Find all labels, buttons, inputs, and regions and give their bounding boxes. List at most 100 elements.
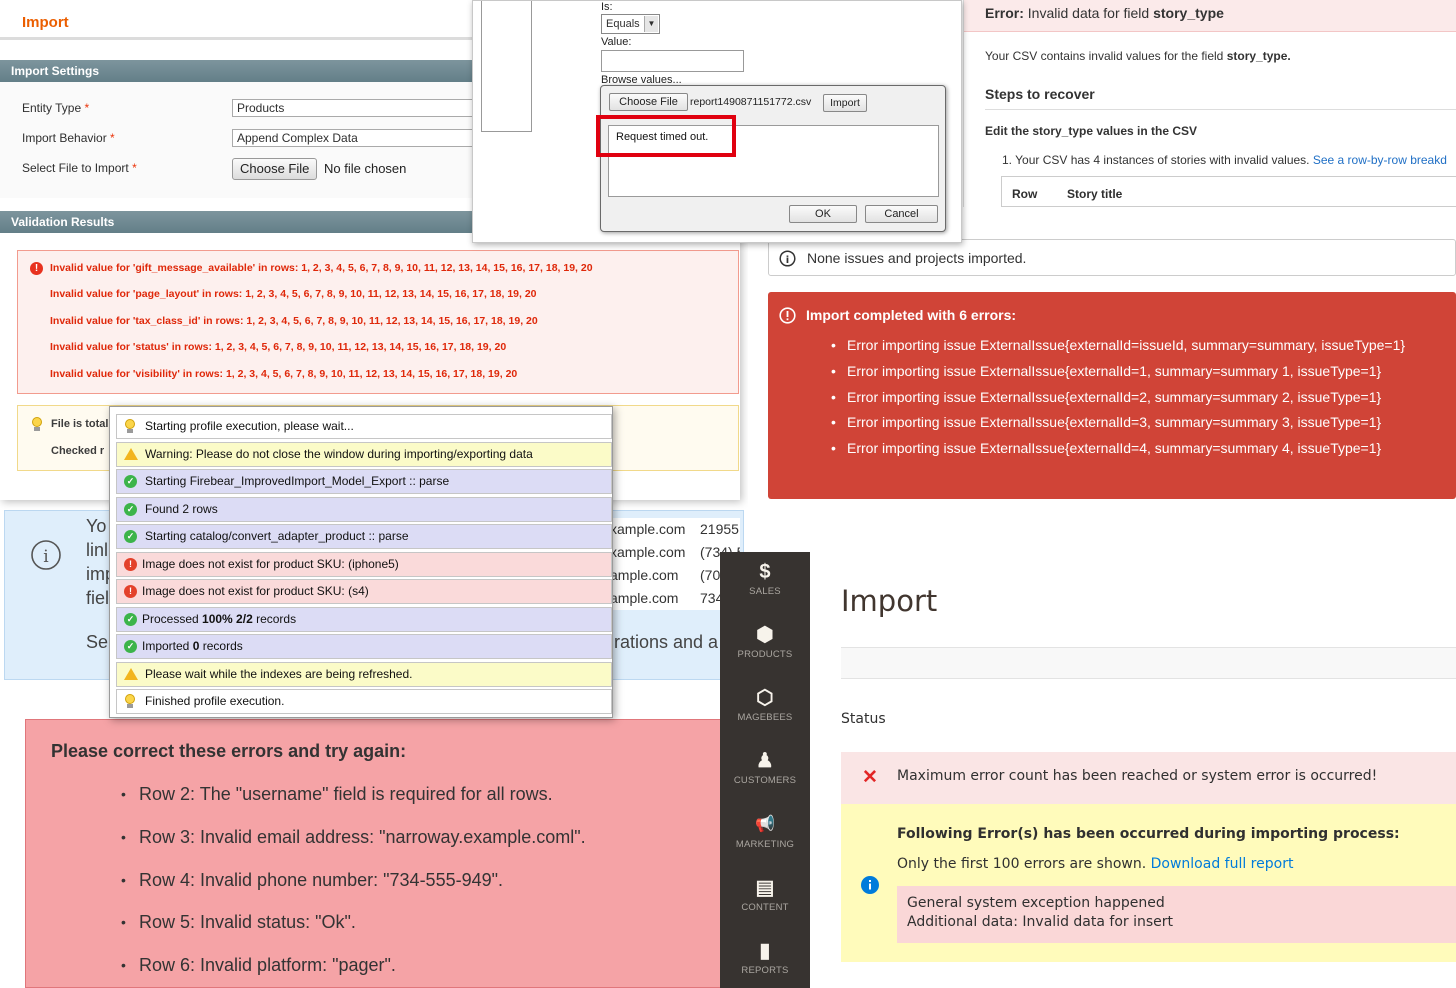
log-text: Found 2 rows bbox=[145, 502, 218, 516]
import-button[interactable]: Import bbox=[823, 94, 867, 112]
email-cell: ample.com bbox=[610, 567, 679, 583]
error-item: Row 3: Invalid email address: "narroway.… bbox=[121, 827, 586, 848]
check-circle-icon: ✓ bbox=[124, 530, 137, 543]
validation-error: Invalid value for 'tax_class_id' in rows… bbox=[50, 315, 538, 327]
info-message: i None issues and projects imported. bbox=[768, 239, 1456, 276]
correction-errors-panel: Please correct these errors and try agai… bbox=[0, 700, 745, 988]
required-mark: * bbox=[132, 161, 137, 175]
log-row: ! Image does not exist for product SKU: … bbox=[116, 579, 612, 604]
log-text: Please wait while the indexes are being … bbox=[145, 667, 413, 681]
required-mark: * bbox=[84, 101, 90, 115]
email-cell: xample.com bbox=[610, 521, 686, 537]
csv-text: Your CSV contains invalid values for the… bbox=[985, 49, 1224, 63]
validation-error: Invalid value for 'status' in rows: 1, 2… bbox=[50, 341, 507, 353]
timeout-dialog: Choose File report1490871151772.csv Impo… bbox=[600, 85, 946, 232]
row-breakdown-link[interactable]: See a row-by-row breakd bbox=[1313, 153, 1447, 167]
check-circle-icon: ✓ bbox=[124, 640, 137, 653]
condition-select[interactable]: Equals ▼ bbox=[601, 14, 660, 34]
error-circle-icon bbox=[779, 307, 796, 324]
entity-type-select[interactable]: Products bbox=[232, 99, 482, 117]
column-header-row: Row bbox=[1012, 187, 1038, 201]
validation-error: Invalid value for 'visibility' in rows: … bbox=[50, 368, 518, 380]
nav-label: REPORTS bbox=[741, 965, 789, 976]
log-text: Starting Firebear_ImprovedImport_Model_E… bbox=[145, 474, 450, 488]
issue-import-result-panel: i None issues and projects imported. Imp… bbox=[748, 208, 1456, 548]
nav-label: MAGEBEES bbox=[737, 712, 793, 723]
error-item: Row 4: Invalid phone number: "734-555-94… bbox=[121, 870, 503, 891]
error-header: Error: Invalid data for field story_type bbox=[964, 0, 1456, 32]
choose-file-button[interactable]: Choose File bbox=[232, 158, 318, 180]
notice-fragment: fiel bbox=[86, 588, 110, 608]
email-cell: ample.com bbox=[610, 590, 679, 606]
log-row: ✓ Processed 100% 2/2 records bbox=[116, 607, 612, 632]
log-row: ✓ Found 2 rows bbox=[116, 497, 612, 522]
required-mark: * bbox=[110, 131, 115, 145]
log-row: Starting profile execution, please wait.… bbox=[116, 414, 612, 439]
page-actions-bar bbox=[841, 647, 1456, 679]
notice-fragment: Se bbox=[86, 632, 109, 652]
page-title: Import bbox=[22, 14, 69, 31]
log-row: Finished profile execution. bbox=[116, 689, 612, 714]
admin-sidebar: $ SALES ⬢ PRODUCTS ⬡ MAGEBEES ♟ CUSTOMER… bbox=[720, 552, 810, 988]
nav-products[interactable]: ⬢ PRODUCTS bbox=[720, 624, 810, 660]
dollar-icon: $ bbox=[759, 561, 771, 583]
close-x-icon: ✕ bbox=[862, 767, 878, 788]
choose-file-button[interactable]: Choose File bbox=[609, 93, 688, 111]
error-field: story_type bbox=[1153, 5, 1224, 21]
error-item: Error importing issue ExternalIssue{exte… bbox=[831, 440, 1381, 456]
log-text: Image does not exist for product SKU: (i… bbox=[142, 557, 399, 571]
import-error-panel: Import completed with 6 errors: Error im… bbox=[768, 292, 1456, 499]
select-file-label: Select File to Import * bbox=[22, 161, 137, 175]
lightbulb-icon bbox=[124, 694, 136, 708]
warning-sub: Only the first 100 errors are shown. Dow… bbox=[897, 856, 1293, 872]
ok-button[interactable]: OK bbox=[789, 205, 857, 223]
label-text: Select File to Import bbox=[22, 161, 129, 175]
exception-line: General system exception happened bbox=[907, 895, 1165, 911]
log-text: Warning: Please do not close the window … bbox=[145, 447, 533, 461]
error-item: Error importing issue ExternalIssue{exte… bbox=[831, 363, 1381, 379]
info-line: File is total bbox=[51, 418, 109, 430]
download-report-link[interactable]: Download full report bbox=[1151, 856, 1294, 872]
log-row: ✓ Imported 0 records bbox=[116, 634, 612, 659]
nav-label: CONTENT bbox=[741, 902, 789, 913]
exception-box: General system exception happened Additi… bbox=[897, 886, 1456, 943]
phone-cell: (70 bbox=[700, 567, 721, 583]
nav-magebees[interactable]: ⬡ MAGEBEES bbox=[720, 687, 810, 723]
import-behavior-select[interactable]: Append Complex Data bbox=[232, 129, 482, 147]
log-row: ! Image does not exist for product SKU: … bbox=[116, 552, 612, 577]
log-text: Finished profile execution. bbox=[145, 694, 285, 708]
error-item: Error importing issue ExternalIssue{exte… bbox=[831, 414, 1381, 430]
nav-customers[interactable]: ♟ CUSTOMERS bbox=[720, 750, 810, 786]
magento2-import-panel: $ SALES ⬢ PRODUCTS ⬡ MAGEBEES ♟ CUSTOMER… bbox=[720, 552, 1456, 988]
csv-message: Your CSV contains invalid values for the… bbox=[985, 49, 1291, 63]
highlight-box bbox=[596, 115, 736, 157]
svg-text:i: i bbox=[786, 255, 789, 266]
notice-tail: rations and a bbox=[614, 632, 719, 652]
exception-line: Additional data: Invalid data for insert bbox=[907, 914, 1174, 930]
error-item: Row 2: The "username" field is required … bbox=[121, 784, 553, 805]
info-circle-icon: i bbox=[31, 540, 61, 570]
story-table: Row Story title bbox=[1001, 176, 1456, 207]
error-item: Row 6: Invalid platform: "pager". bbox=[121, 955, 396, 976]
nav-label: CUSTOMERS bbox=[733, 775, 797, 786]
nav-sales[interactable]: $ SALES bbox=[720, 561, 810, 597]
is-label: Is: bbox=[601, 1, 613, 13]
log-text: Starting profile execution, please wait.… bbox=[145, 419, 354, 433]
nav-reports[interactable]: ▮ REPORTS bbox=[720, 940, 810, 976]
error-message: ✕ Maximum error count has been reached o… bbox=[841, 752, 1456, 804]
condition-value: Equals bbox=[606, 18, 640, 30]
error-prefix: Error: bbox=[985, 5, 1024, 21]
nav-label: SALES bbox=[749, 586, 781, 597]
validation-error: Invalid value for 'page_layout' in rows:… bbox=[50, 288, 537, 300]
dropdown-arrow-icon[interactable]: ▼ bbox=[644, 16, 658, 32]
filter-list-box[interactable] bbox=[481, 1, 532, 132]
steps-heading: Steps to recover bbox=[985, 86, 1095, 102]
check-circle-icon: ✓ bbox=[124, 503, 137, 516]
value-input[interactable] bbox=[601, 50, 744, 72]
profile-execution-log: Starting profile execution, please wait.… bbox=[109, 406, 613, 718]
error-item: Row 5: Invalid status: "Ok". bbox=[121, 912, 356, 933]
nav-marketing[interactable]: 📢 MARKETING bbox=[720, 814, 810, 850]
box-icon: ⬢ bbox=[756, 624, 774, 646]
nav-content[interactable]: ▤ CONTENT bbox=[720, 877, 810, 913]
cancel-button[interactable]: Cancel bbox=[865, 205, 938, 223]
